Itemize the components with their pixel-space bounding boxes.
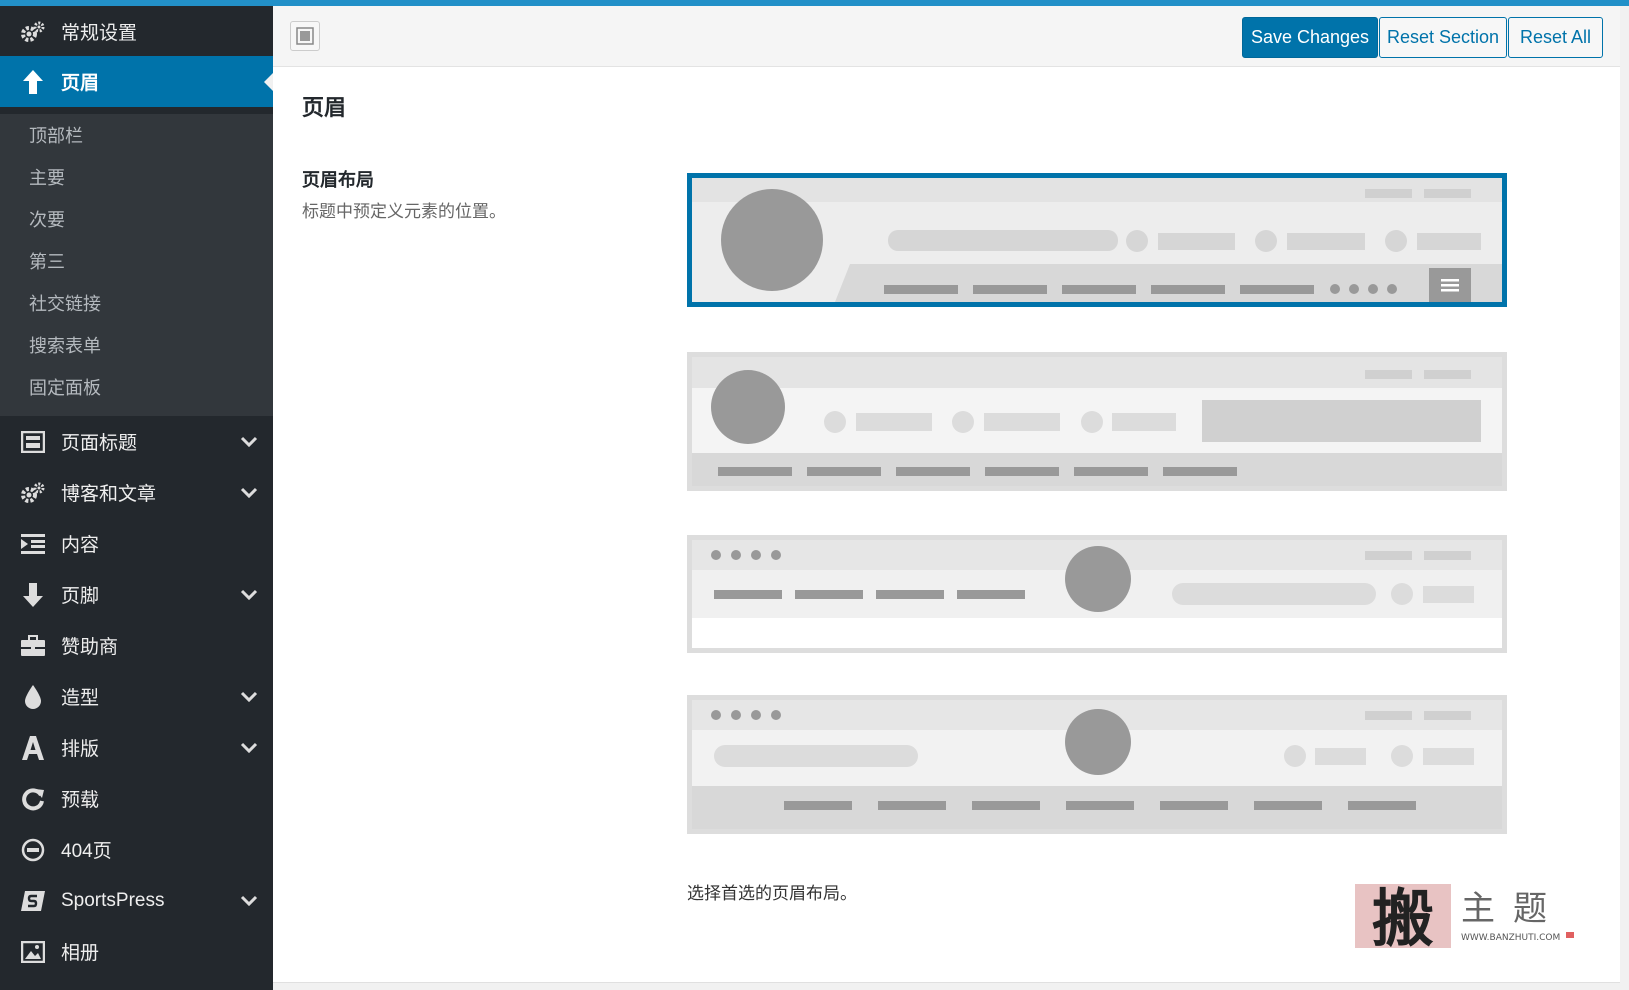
sidebar-item-label: 页脚 (61, 586, 100, 607)
options-toolbar: Save Changes Reset Section Reset All (273, 6, 1620, 67)
sidebar-item-404[interactable]: 404页 (0, 824, 273, 875)
sidebar-item-blog-posts[interactable]: 博客和文章 (0, 467, 273, 518)
gears-icon (20, 480, 46, 506)
sidebar-item-label: 页眉 (61, 73, 100, 94)
sidebar-item-styling[interactable]: 造型 (0, 671, 273, 722)
arrow-down-icon (20, 582, 46, 608)
submenu-item-topbar[interactable]: 顶部栏 (29, 122, 83, 148)
image-icon (20, 939, 46, 965)
field-description: 标题中预定义元素的位置。 (302, 202, 506, 221)
watermark-logo: 搬 主题 WWW.BANZHUTI.COM (1353, 880, 1588, 955)
drop-icon (20, 684, 46, 710)
sidebar-item-header[interactable]: 页眉 (0, 56, 273, 107)
sidebar-item-label: 页面标题 (61, 433, 138, 454)
chevron-down-icon (240, 436, 258, 447)
chevron-down-icon (240, 589, 258, 600)
sidebar-item-content[interactable]: 内容 (0, 518, 273, 569)
sidebar-item-sportspress[interactable]: SportsPress (0, 875, 273, 926)
chevron-down-icon (240, 742, 258, 753)
layout-hint-text: 选择首选的页眉布局。 (687, 884, 857, 903)
layout-3-preview (692, 540, 1502, 648)
sidebar-item-label: 内容 (61, 535, 100, 556)
panel-bottom-edge (273, 982, 1620, 990)
layout-1-preview (692, 178, 1502, 302)
sidebar-item-page-title[interactable]: 页面标题 (0, 416, 273, 467)
page-title-icon (20, 429, 46, 455)
sidebar-item-preload[interactable]: 预载 (0, 773, 273, 824)
sidebar-item-label: 赞助商 (61, 637, 119, 658)
arrow-up-icon (20, 69, 46, 95)
header-layout-option-2[interactable] (687, 352, 1507, 491)
active-item-notch (264, 72, 273, 91)
chevron-down-icon (240, 487, 258, 498)
submenu-item-third[interactable]: 第三 (29, 248, 65, 274)
submenu-item-sticky-panel[interactable]: 固定面板 (29, 374, 101, 400)
typography-icon (20, 735, 46, 761)
chevron-down-icon (240, 691, 258, 702)
gears-icon (20, 19, 46, 45)
briefcase-icon (20, 633, 46, 659)
content-icon (20, 531, 46, 557)
right-scroll-gutter (1620, 6, 1629, 990)
sportspress-icon (20, 888, 46, 914)
sidebar-item-label: 相册 (61, 943, 100, 964)
layout-4-preview (692, 700, 1502, 829)
sidebar-item-label: 排版 (61, 739, 100, 760)
submenu-item-social-links[interactable]: 社交链接 (29, 290, 101, 316)
sidebar-item-label: 博客和文章 (61, 484, 157, 505)
sidebar-item-gallery[interactable]: 相册 (0, 926, 273, 977)
submenu-item-search-form[interactable]: 搜索表单 (29, 332, 101, 358)
watermark-url: WWW.BANZHUTI.COM (1461, 933, 1560, 943)
header-layout-option-3[interactable] (687, 535, 1507, 653)
options-sidebar: 常规设置 页眉 顶部栏 主要 次要 第三 社交链接 搜索表单 固定面板 页面标题… (0, 6, 273, 990)
reset-section-button[interactable]: Reset Section (1379, 17, 1507, 58)
section-title: 页眉 (302, 95, 347, 120)
chevron-down-icon (240, 895, 258, 906)
header-layout-option-1[interactable] (687, 173, 1507, 307)
reset-all-button[interactable]: Reset All (1508, 17, 1603, 58)
submenu-item-secondary[interactable]: 次要 (29, 206, 65, 232)
sidebar-item-partial[interactable] (0, 977, 273, 990)
save-changes-button[interactable]: Save Changes (1242, 17, 1378, 58)
sidebar-item-footer[interactable]: 页脚 (0, 569, 273, 620)
minus-circle-icon (20, 837, 46, 863)
refresh-icon (20, 786, 46, 812)
sidebar-item-general-settings[interactable]: 常规设置 (0, 6, 273, 57)
expand-panel-icon[interactable] (290, 21, 320, 51)
sidebar-item-label: 常规设置 (61, 23, 138, 44)
sidebar-item-label: SportsPress (61, 889, 165, 911)
sidebar-item-label: 预载 (61, 790, 100, 811)
sidebar-item-label: 造型 (61, 688, 100, 709)
submenu-item-main[interactable]: 主要 (29, 164, 65, 190)
options-main-panel: Save Changes Reset Section Reset All 页眉 … (273, 6, 1620, 990)
layout-2-preview (692, 357, 1502, 486)
watermark-small-text: 主题 (1461, 889, 1565, 929)
sidebar-item-sponsors[interactable]: 赞助商 (0, 620, 273, 671)
field-title: 页眉布局 (302, 170, 374, 190)
watermark-big-char: 搬 (1372, 882, 1434, 955)
sidebar-item-label: 404页 (61, 841, 112, 862)
header-submenu: 顶部栏 主要 次要 第三 社交链接 搜索表单 固定面板 (0, 114, 273, 416)
sidebar-item-typography[interactable]: 排版 (0, 722, 273, 773)
header-layout-option-4[interactable] (687, 695, 1507, 834)
